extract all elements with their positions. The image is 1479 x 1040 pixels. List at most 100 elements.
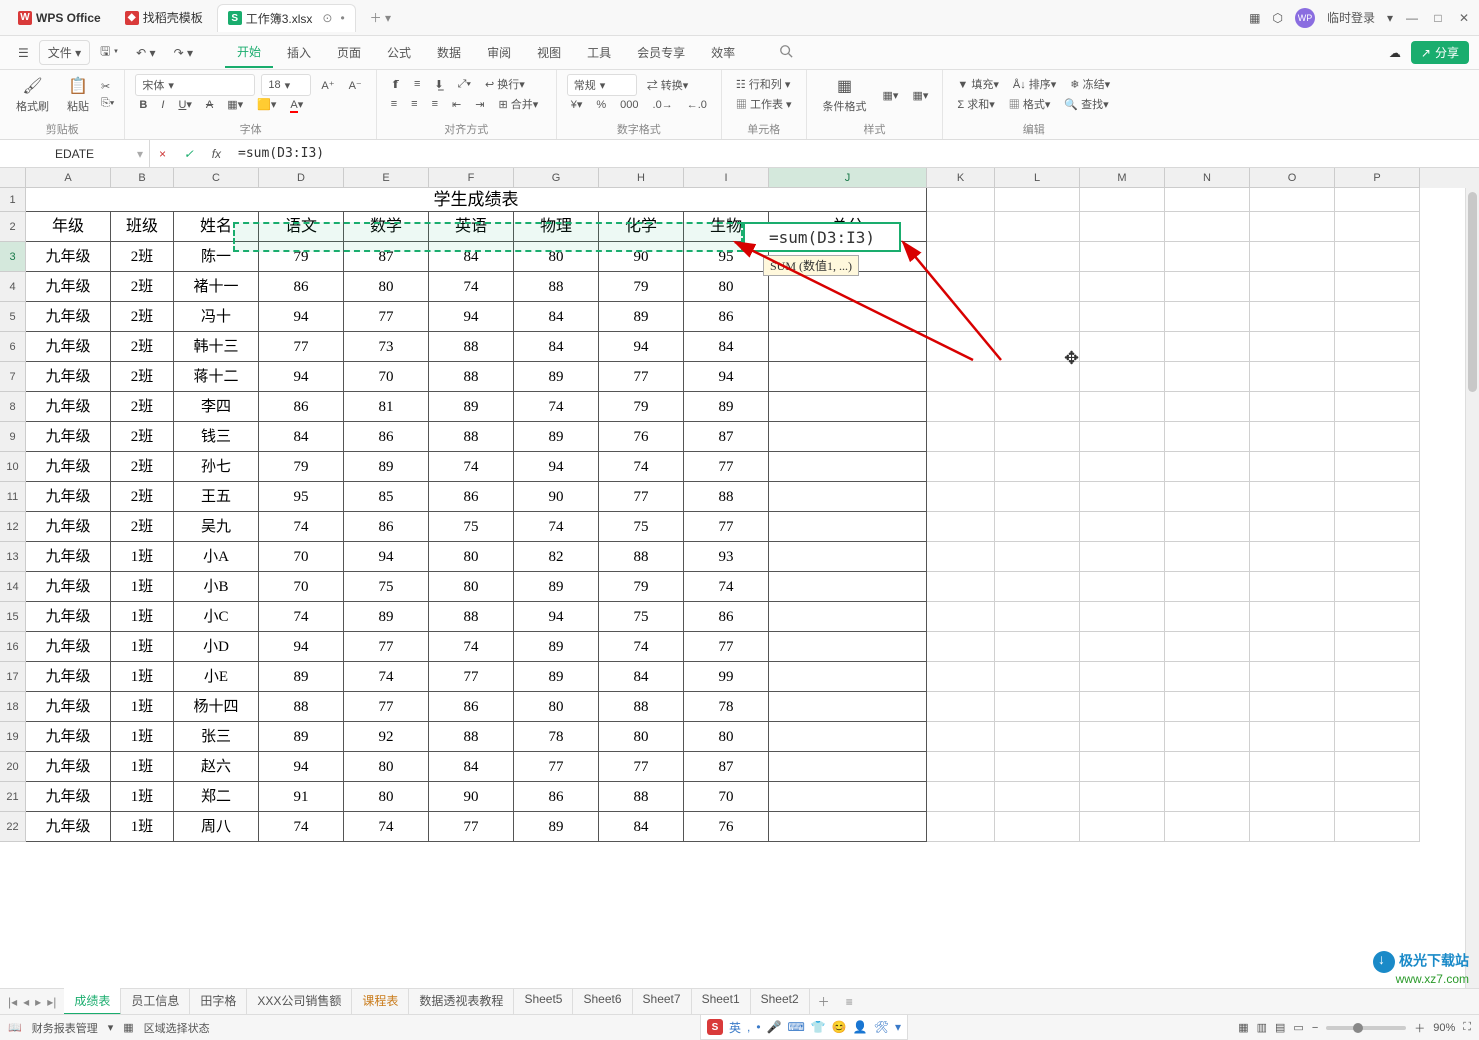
cell[interactable] <box>1165 812 1250 842</box>
cell[interactable]: 89 <box>514 662 599 692</box>
cell[interactable]: 89 <box>344 452 429 482</box>
cell[interactable]: 77 <box>599 752 684 782</box>
cell[interactable]: 九年级 <box>26 572 111 602</box>
cell[interactable]: 89 <box>259 662 344 692</box>
cell[interactable]: 79 <box>599 392 684 422</box>
cell[interactable]: 86 <box>684 602 769 632</box>
dec-inc-icon[interactable]: .0→ <box>649 97 677 113</box>
cell[interactable] <box>995 632 1080 662</box>
cell[interactable] <box>1250 422 1335 452</box>
cell[interactable]: 94 <box>344 542 429 572</box>
cell[interactable]: 80 <box>514 242 599 272</box>
cell[interactable]: 周八 <box>174 812 259 842</box>
merge-button[interactable]: ⊞ 合并▾ <box>494 94 542 114</box>
file-menu[interactable]: 文件 ▾ <box>39 40 90 65</box>
cell[interactable] <box>1335 752 1420 782</box>
row-header-21[interactable]: 21 <box>0 782 26 812</box>
new-tab-button[interactable]: ＋ ▾ <box>360 4 401 32</box>
cell[interactable] <box>927 752 995 782</box>
cell[interactable]: 86 <box>344 422 429 452</box>
align-middle-icon[interactable]: ≡ <box>410 76 424 92</box>
cell[interactable]: 89 <box>684 392 769 422</box>
cell[interactable]: 小C <box>174 602 259 632</box>
cell[interactable] <box>769 542 927 572</box>
zoom-slider[interactable] <box>1326 1026 1406 1030</box>
cell[interactable] <box>1165 542 1250 572</box>
cell[interactable]: 数学 <box>344 212 429 242</box>
row-header-14[interactable]: 14 <box>0 572 26 602</box>
freeze-button[interactable]: ❄ 冻结▾ <box>1066 74 1114 94</box>
cell[interactable] <box>995 782 1080 812</box>
sheet-tab[interactable]: 成绩表 <box>64 988 121 1015</box>
cell[interactable]: 吴九 <box>174 512 259 542</box>
cell[interactable]: 九年级 <box>26 302 111 332</box>
cell[interactable] <box>769 602 927 632</box>
underline-button[interactable]: U▾ <box>174 96 195 113</box>
fill-color-button[interactable]: 🟨▾ <box>253 96 280 113</box>
cell[interactable]: 88 <box>429 362 514 392</box>
cell[interactable]: 九年级 <box>26 482 111 512</box>
cell[interactable]: 84 <box>429 242 514 272</box>
cell[interactable]: 80 <box>684 722 769 752</box>
cell[interactable] <box>1080 692 1165 722</box>
maximize-button[interactable]: □ <box>1431 11 1445 25</box>
col-header-F[interactable]: F <box>429 168 514 188</box>
sheet-tab[interactable]: XXX公司销售额 <box>247 988 352 1015</box>
cell[interactable] <box>1165 752 1250 782</box>
cell[interactable] <box>1250 722 1335 752</box>
cell[interactable]: 88 <box>259 692 344 722</box>
cell[interactable] <box>1080 272 1165 302</box>
cell[interactable]: 74 <box>514 512 599 542</box>
cell[interactable]: 90 <box>514 482 599 512</box>
cell[interactable] <box>1165 722 1250 752</box>
cell[interactable]: 74 <box>429 272 514 302</box>
strike-button[interactable]: A <box>202 97 217 113</box>
cell[interactable] <box>769 722 927 752</box>
cell[interactable]: 九年级 <box>26 362 111 392</box>
percent-icon[interactable]: % <box>592 97 610 113</box>
tab-efficiency[interactable]: 效率 <box>699 38 747 67</box>
row-header-4[interactable]: 4 <box>0 272 26 302</box>
wrap-button[interactable]: ↩ 换行▾ <box>481 74 529 94</box>
cell[interactable] <box>1080 452 1165 482</box>
cell[interactable]: 86 <box>514 782 599 812</box>
cell[interactable]: 九年级 <box>26 632 111 662</box>
menu-hamburger-icon[interactable]: ☰ <box>10 42 37 64</box>
cell[interactable] <box>927 782 995 812</box>
cell[interactable]: 88 <box>429 332 514 362</box>
col-header-J[interactable]: J <box>769 168 927 188</box>
tab-tools[interactable]: 工具 <box>575 38 623 67</box>
cell[interactable]: 77 <box>429 812 514 842</box>
cond-format-button[interactable]: ▦条件格式 <box>817 74 873 116</box>
row-header-19[interactable]: 19 <box>0 722 26 752</box>
cell[interactable] <box>1165 632 1250 662</box>
cell[interactable] <box>927 362 995 392</box>
cell[interactable]: 89 <box>514 572 599 602</box>
cell[interactable] <box>1335 332 1420 362</box>
col-header-H[interactable]: H <box>599 168 684 188</box>
cell[interactable]: 94 <box>259 752 344 782</box>
worksheet-button[interactable]: ▦ 工作表 ▾ <box>732 94 796 114</box>
save-icon[interactable]: 🖫 ▾ <box>92 38 126 67</box>
name-box[interactable]: EDATE ▾ <box>0 140 150 167</box>
cell[interactable] <box>995 332 1080 362</box>
align-center-icon[interactable]: ≡ <box>407 96 421 112</box>
formula-input[interactable]: =sum(D3:I3) <box>230 146 1479 161</box>
cell[interactable]: 94 <box>514 602 599 632</box>
currency-icon[interactable]: ¥▾ <box>567 96 587 113</box>
cell[interactable]: 94 <box>684 362 769 392</box>
redo-icon[interactable]: ↷ ▾ <box>166 42 201 64</box>
cell[interactable] <box>1250 362 1335 392</box>
sheet-tab[interactable]: 课程表 <box>352 988 409 1015</box>
cell[interactable]: 74 <box>259 812 344 842</box>
cell[interactable] <box>927 242 995 272</box>
cell[interactable]: 九年级 <box>26 542 111 572</box>
cell[interactable]: 88 <box>429 422 514 452</box>
cell[interactable]: 86 <box>429 482 514 512</box>
cell[interactable]: 77 <box>344 692 429 722</box>
row-header-12[interactable]: 12 <box>0 512 26 542</box>
cell[interactable]: 80 <box>599 722 684 752</box>
cell[interactable]: 1班 <box>111 662 174 692</box>
cell[interactable] <box>927 332 995 362</box>
cell[interactable] <box>769 572 927 602</box>
